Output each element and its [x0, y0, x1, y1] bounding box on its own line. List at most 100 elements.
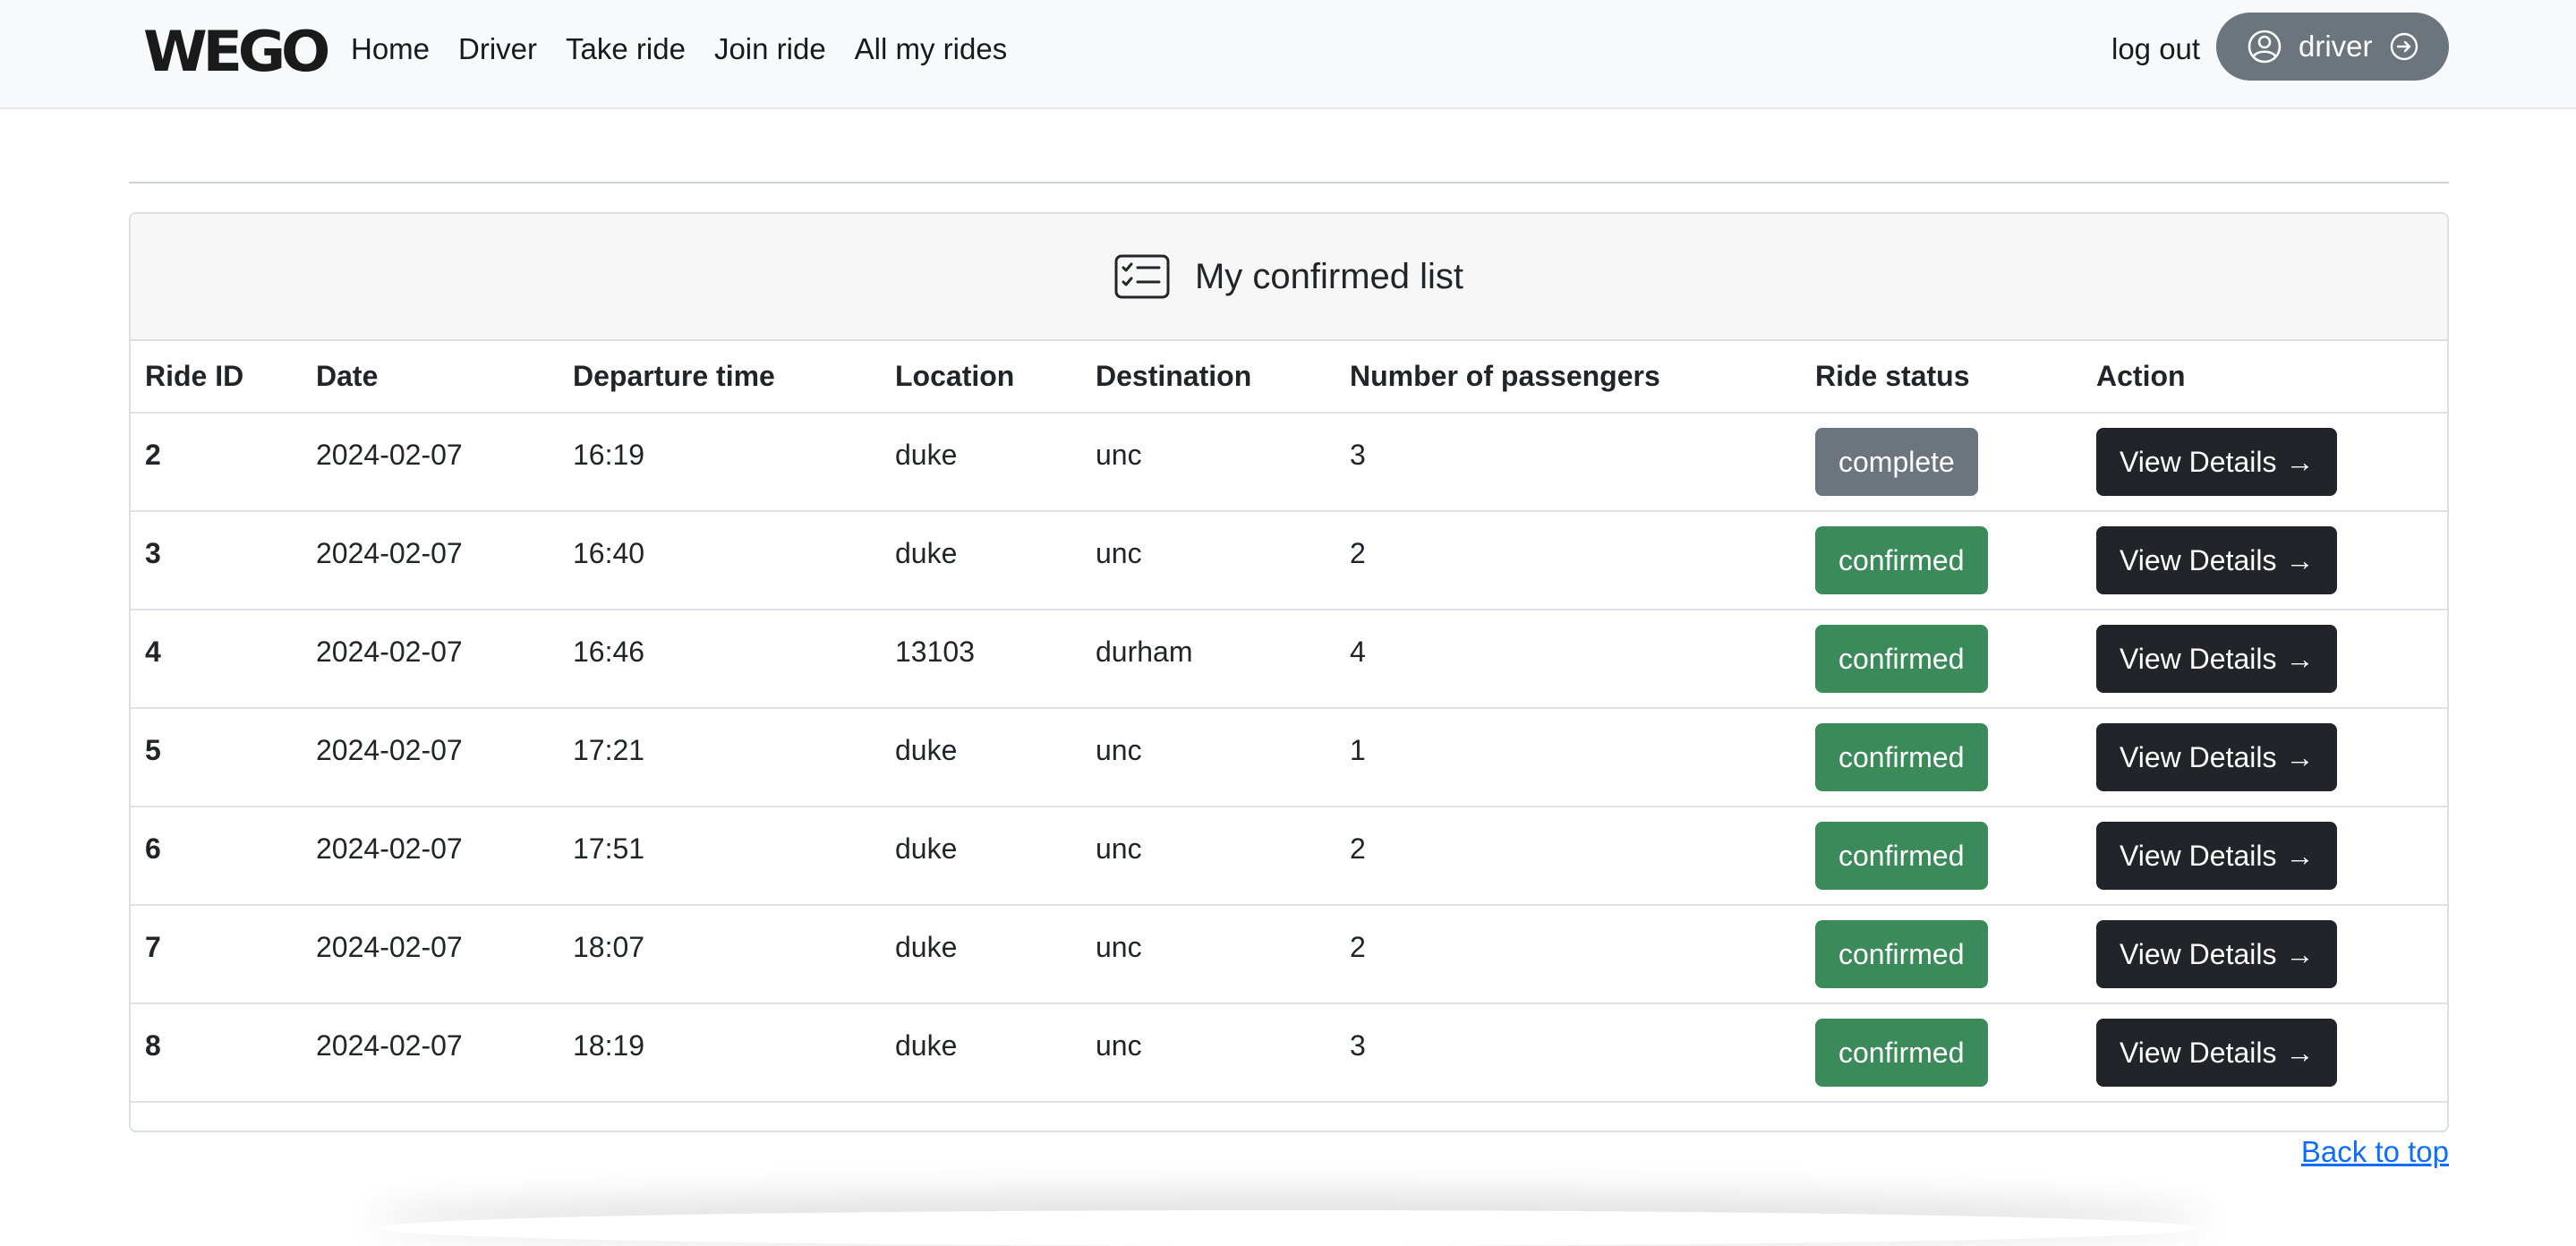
destination-cell: unc	[1081, 905, 1335, 1004]
location-cell: duke	[881, 1003, 1081, 1103]
navbar: WEGO Home Driver Take ride Join ride All…	[0, 0, 2576, 109]
status-badge: confirmed	[1815, 723, 1988, 791]
ride-status-cell: confirmed	[1801, 905, 2082, 1004]
location-cell: duke	[881, 511, 1081, 610]
date-cell: 2024-02-07	[302, 905, 559, 1004]
location-cell: duke	[881, 905, 1081, 1004]
arrow-right-icon: →	[2285, 740, 2315, 773]
ride-status-cell: confirmed	[1801, 708, 2082, 807]
date-cell: 2024-02-07	[302, 413, 559, 512]
col-header-date: Date	[302, 341, 559, 414]
view-details-label: View Details	[2120, 543, 2277, 576]
destination-cell: unc	[1081, 1003, 1335, 1103]
destination-cell: unc	[1081, 806, 1335, 906]
view-details-label: View Details	[2120, 740, 2277, 773]
status-badge: confirmed	[1815, 625, 1988, 693]
card-checklist-icon	[1114, 254, 1170, 299]
view-details-button[interactable]: View Details →	[2096, 625, 2338, 693]
ride-id-cell: 6	[131, 806, 302, 906]
rides-table-body: 2 2024-02-07 16:19 duke unc 3 complete View Det…	[131, 413, 2447, 1103]
passengers-cell: 3	[1335, 1003, 1801, 1103]
passengers-cell: 3	[1335, 413, 1801, 512]
table-row: 8 2024-02-07 18:19 duke unc 3 confirmed View De…	[131, 1003, 2447, 1103]
ride-status-cell: confirmed	[1801, 806, 2082, 906]
action-cell: View Details →	[2082, 1003, 2447, 1103]
user-menu-button[interactable]: driver	[2216, 13, 2449, 81]
ride-id-cell: 4	[131, 610, 302, 709]
action-cell: View Details →	[2082, 610, 2447, 709]
arrow-right-icon: →	[2285, 1036, 2315, 1069]
date-cell: 2024-02-07	[302, 511, 559, 610]
nav-link-take-ride[interactable]: Take ride	[566, 32, 686, 66]
destination-cell: unc	[1081, 708, 1335, 807]
ride-id-cell: 8	[131, 1003, 302, 1103]
confirmed-rides-card: My confirmed list Ride ID Date Departure…	[129, 212, 2449, 1132]
passengers-cell: 4	[1335, 610, 1801, 709]
passengers-cell: 2	[1335, 905, 1801, 1004]
col-header-departure-time: Departure time	[559, 341, 881, 414]
card-title: My confirmed list	[1194, 256, 1464, 296]
arrow-right-icon: →	[2285, 445, 2315, 478]
nav-link-driver[interactable]: Driver	[458, 32, 537, 66]
departure-time-cell: 17:51	[559, 806, 881, 906]
ride-status-cell: confirmed	[1801, 610, 2082, 709]
ride-id-cell: 7	[131, 905, 302, 1004]
ride-id-cell: 2	[131, 413, 302, 512]
arrow-right-icon: →	[2285, 642, 2315, 675]
bottom-shadow	[376, 1210, 2202, 1246]
action-cell: View Details →	[2082, 806, 2447, 906]
table-row: 4 2024-02-07 16:46 13103 durham 4 confirmed Vie…	[131, 610, 2447, 709]
logout-link[interactable]: log out	[2111, 27, 2200, 72]
ride-id-cell: 3	[131, 511, 302, 610]
brand-logo[interactable]: WEGO	[143, 19, 330, 84]
action-cell: View Details →	[2082, 511, 2447, 610]
table-row: 3 2024-02-07 16:40 duke unc 2 confirmed View De…	[131, 511, 2447, 610]
back-to-top-link[interactable]: Back to top	[2301, 1135, 2449, 1169]
view-details-button[interactable]: View Details →	[2096, 723, 2338, 791]
ride-status-cell: confirmed	[1801, 511, 2082, 610]
passengers-cell: 2	[1335, 511, 1801, 610]
destination-cell: unc	[1081, 511, 1335, 610]
date-cell: 2024-02-07	[302, 708, 559, 807]
departure-time-cell: 17:21	[559, 708, 881, 807]
status-badge: complete	[1815, 428, 1978, 496]
col-header-action: Action	[2082, 341, 2447, 414]
date-cell: 2024-02-07	[302, 610, 559, 709]
destination-cell: unc	[1081, 413, 1335, 512]
departure-time-cell: 16:19	[559, 413, 881, 512]
nav-link-all-my-rides[interactable]: All my rides	[855, 32, 1008, 66]
person-circle-icon	[2247, 29, 2282, 64]
location-cell: duke	[881, 806, 1081, 906]
table-header-row: Ride ID Date Departure time Location Des…	[131, 341, 2447, 414]
view-details-label: View Details	[2120, 445, 2277, 478]
view-details-button[interactable]: View Details →	[2096, 1019, 2338, 1087]
departure-time-cell: 16:40	[559, 511, 881, 610]
col-header-destination: Destination	[1081, 341, 1335, 414]
col-header-location: Location	[881, 341, 1081, 414]
view-details-label: View Details	[2120, 1036, 2277, 1069]
date-cell: 2024-02-07	[302, 806, 559, 906]
departure-time-cell: 18:19	[559, 1003, 881, 1103]
view-details-label: View Details	[2120, 937, 2277, 970]
location-cell: duke	[881, 708, 1081, 807]
table-row: 5 2024-02-07 17:21 duke unc 1 confirmed View De…	[131, 708, 2447, 807]
departure-time-cell: 18:07	[559, 905, 881, 1004]
view-details-button[interactable]: View Details →	[2096, 526, 2338, 594]
view-details-button[interactable]: View Details →	[2096, 428, 2338, 496]
col-header-ride-status: Ride status	[1801, 341, 2082, 414]
table-row: 2 2024-02-07 16:19 duke unc 3 complete View Det…	[131, 413, 2447, 512]
view-details-button[interactable]: View Details →	[2096, 920, 2338, 988]
status-badge: confirmed	[1815, 822, 1988, 890]
nav-link-join-ride[interactable]: Join ride	[714, 32, 826, 66]
nav-link-home[interactable]: Home	[351, 32, 430, 66]
arrow-right-circle-icon	[2389, 31, 2419, 62]
ride-status-cell: complete	[1801, 413, 2082, 512]
arrow-right-icon: →	[2285, 839, 2315, 872]
action-cell: View Details →	[2082, 413, 2447, 512]
user-name: driver	[2299, 30, 2373, 63]
departure-time-cell: 16:46	[559, 610, 881, 709]
section-divider	[129, 182, 2449, 183]
view-details-button[interactable]: View Details →	[2096, 822, 2338, 890]
passengers-cell: 1	[1335, 708, 1801, 807]
location-cell: duke	[881, 413, 1081, 512]
